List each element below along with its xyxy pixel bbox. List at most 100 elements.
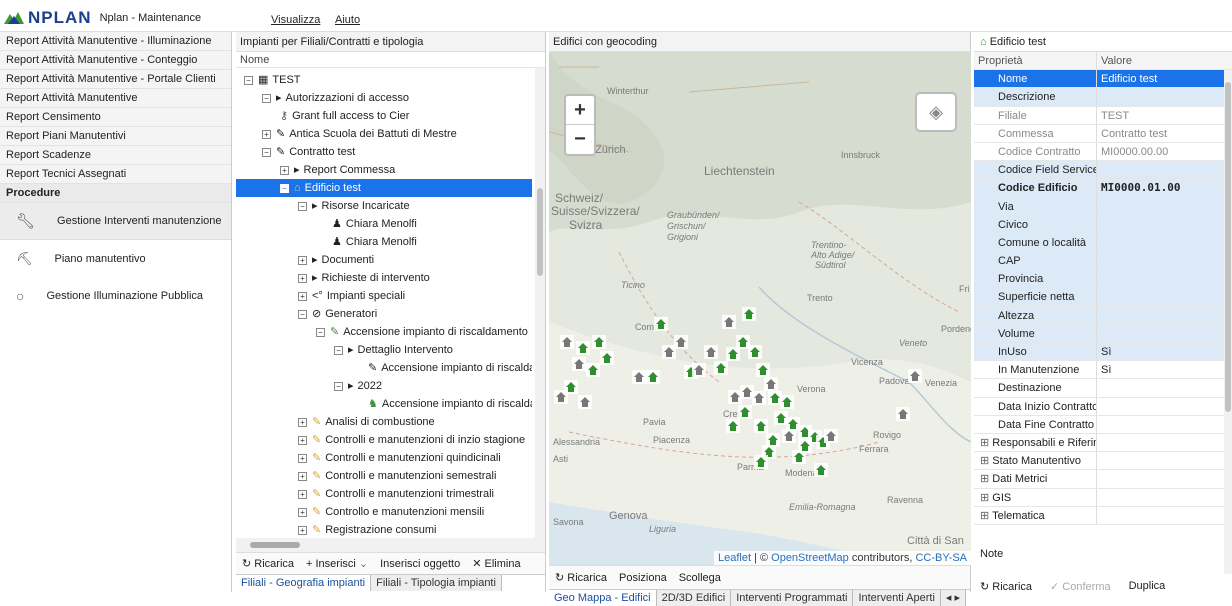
leaflet-link[interactable]: Leaflet	[718, 552, 751, 564]
tree-node[interactable]: + ▸ Documenti	[236, 251, 532, 269]
prop-group-gis[interactable]: GIS	[974, 488, 1232, 507]
building-marker-icon[interactable]	[592, 335, 606, 349]
tree-node[interactable]: + ✎ Registrazione consumi	[236, 521, 532, 538]
expand-toggle[interactable]: +	[298, 417, 307, 427]
building-marker-icon[interactable]	[752, 391, 766, 405]
building-marker-icon[interactable]	[600, 351, 614, 365]
prop-row-data-fine[interactable]: Data Fine Contratto	[974, 415, 1232, 434]
building-marker-icon[interactable]	[662, 345, 676, 359]
position-button[interactable]: Posiziona	[619, 572, 667, 584]
building-marker-icon[interactable]	[646, 370, 660, 384]
collapse-toggle[interactable]: −	[334, 345, 343, 355]
tree-node[interactable]: + <° Impianti speciali	[236, 287, 532, 305]
expand-toggle[interactable]: +	[298, 471, 307, 481]
procedure-item-gestione-interventi[interactable]: 🔧︎ Gestione Interventi manutenzione	[0, 203, 231, 240]
tree-node[interactable]: − ▸ Autorizzazioni di accesso	[236, 89, 532, 107]
procedure-item-illuminazione[interactable]: ○ Gestione Illuminazione Pubblica	[0, 277, 231, 314]
tree-node[interactable]: − ✎ Accensione impianto di riscaldamento	[236, 323, 532, 341]
scroll-thumb[interactable]	[1225, 82, 1231, 413]
building-marker-icon[interactable]	[560, 335, 574, 349]
tree-node[interactable]: ⚷ Grant full access to Cier	[236, 107, 532, 125]
collapse-toggle[interactable]: −	[244, 75, 253, 85]
tree-node[interactable]: ♟ Chiara Menolfi	[236, 215, 532, 233]
building-marker-icon[interactable]	[786, 417, 800, 431]
reload-button[interactable]: ↻ Ricarica	[242, 557, 294, 570]
collapse-toggle[interactable]: −	[262, 147, 271, 157]
tree-node-selected[interactable]: − ⌂ Edificio test	[236, 179, 532, 197]
building-marker-icon[interactable]	[742, 307, 756, 321]
prop-group-dati-metrici[interactable]: Dati Metrici	[974, 470, 1232, 489]
building-marker-icon[interactable]	[654, 317, 668, 331]
prop-row-filiale[interactable]: Filiale TEST	[974, 106, 1232, 125]
prop-row-codice-contratto[interactable]: Codice Contratto MI0000.00.00	[974, 142, 1232, 162]
building-marker-icon[interactable]	[554, 390, 568, 404]
prop-row-civico[interactable]: Civico	[974, 215, 1232, 234]
report-item[interactable]: Report Attività Manutentive - Conteggio	[0, 51, 231, 70]
layers-icon[interactable]: ◈	[915, 92, 957, 132]
expand-toggle[interactable]: +	[280, 165, 289, 175]
building-marker-icon[interactable]	[572, 357, 586, 371]
prop-row-nome[interactable]: Nome Edificio test	[974, 70, 1232, 89]
tree-node[interactable]: + ✎ Controlli e manutenzioni di inzio stag…	[236, 431, 532, 449]
tree-horizontal-scrollbar[interactable]	[236, 538, 545, 552]
prop-row-descrizione[interactable]: Descrizione	[974, 88, 1232, 107]
tab-tipologia-impianti[interactable]: Filiali - Tipologia impianti	[371, 575, 502, 591]
unlink-button[interactable]: Scollega	[679, 572, 721, 584]
building-marker-icon[interactable]	[726, 419, 740, 433]
insert-button[interactable]: + Inserisci ⌄	[306, 557, 368, 570]
collapse-toggle[interactable]: −	[280, 183, 289, 193]
tab-interventi-aperti[interactable]: Interventi Aperti	[853, 590, 941, 606]
expand-toggle[interactable]: +	[298, 435, 307, 445]
prop-group-telematica[interactable]: Telematica	[974, 506, 1232, 525]
procedures-section-header[interactable]: Procedure	[0, 184, 231, 203]
tab-geo-mappa[interactable]: Geo Mappa - Edifici	[549, 590, 657, 606]
tree-node[interactable]: − ⊘ Generatori	[236, 305, 532, 323]
insert-object-button[interactable]: Inserisci oggetto	[380, 558, 460, 570]
prop-row-commessa[interactable]: Commessa Contratto test	[974, 124, 1232, 143]
tree-node[interactable]: + ✎ Antica Scuola dei Battuti di Mestre	[236, 125, 532, 143]
zoom-in-button[interactable]: +	[566, 96, 594, 125]
building-marker-icon[interactable]	[780, 395, 794, 409]
building-marker-icon[interactable]	[754, 455, 768, 469]
prop-group-responsabili[interactable]: Responsabili e Riferim	[974, 433, 1232, 453]
building-marker-icon[interactable]	[722, 315, 736, 329]
building-marker-icon[interactable]	[748, 345, 762, 359]
building-marker-icon[interactable]	[754, 419, 768, 433]
license-link[interactable]: CC-BY-SA	[915, 552, 967, 564]
report-item[interactable]: Report Tecnici Assegnati	[0, 165, 231, 184]
tree-node[interactable]: ✎ Accensione impianto di riscaldam	[236, 359, 532, 377]
menu-visualizza[interactable]: Visualizza	[271, 14, 320, 26]
scroll-thumb[interactable]	[250, 542, 300, 548]
building-marker-icon[interactable]	[824, 429, 838, 443]
prop-row-data-inizio[interactable]: Data Inizio Contratto	[974, 397, 1232, 416]
collapse-toggle[interactable]: −	[298, 201, 307, 211]
building-markers[interactable]	[549, 52, 971, 565]
collapse-toggle[interactable]: −	[334, 381, 343, 391]
tree-node[interactable]: + ✎ Controlli e manutenzioni semestrali	[236, 467, 532, 485]
prop-row-altezza[interactable]: Altezza	[974, 306, 1232, 325]
expand-toggle[interactable]: +	[298, 507, 307, 517]
expand-toggle[interactable]: +	[298, 489, 307, 499]
expand-toggle[interactable]: +	[298, 525, 307, 535]
leaflet-map[interactable]: Winterthur Zürich Liechtenstein Schweiz/…	[549, 52, 971, 565]
tree-node[interactable]: − ▦ TEST	[236, 71, 532, 89]
building-marker-icon[interactable]	[726, 347, 740, 361]
prop-row-codice-field-service[interactable]: Codice Field Service	[974, 161, 1232, 180]
prop-row-superficie-netta[interactable]: Superficie netta	[974, 288, 1232, 307]
building-marker-icon[interactable]	[774, 411, 788, 425]
confirm-button[interactable]: ✓ Conferma	[1050, 580, 1111, 593]
procedure-item-piano-manutentivo[interactable]: ⛏ Piano manutentivo	[0, 240, 231, 277]
props-reload-button[interactable]: ↻ Ricarica	[980, 580, 1032, 593]
building-marker-icon[interactable]	[576, 341, 590, 355]
building-marker-icon[interactable]	[908, 369, 922, 383]
tree-node[interactable]: ♟ Chiara Menolfi	[236, 233, 532, 251]
building-marker-icon[interactable]	[896, 407, 910, 421]
expand-toggle[interactable]: +	[262, 129, 271, 139]
building-marker-icon[interactable]	[766, 433, 780, 447]
building-marker-icon[interactable]	[632, 370, 646, 384]
collapse-toggle[interactable]: −	[316, 327, 325, 337]
building-marker-icon[interactable]	[756, 363, 770, 377]
prop-row-comune[interactable]: Comune o località	[974, 233, 1232, 253]
expand-toggle[interactable]: +	[298, 255, 307, 265]
building-marker-icon[interactable]	[586, 363, 600, 377]
